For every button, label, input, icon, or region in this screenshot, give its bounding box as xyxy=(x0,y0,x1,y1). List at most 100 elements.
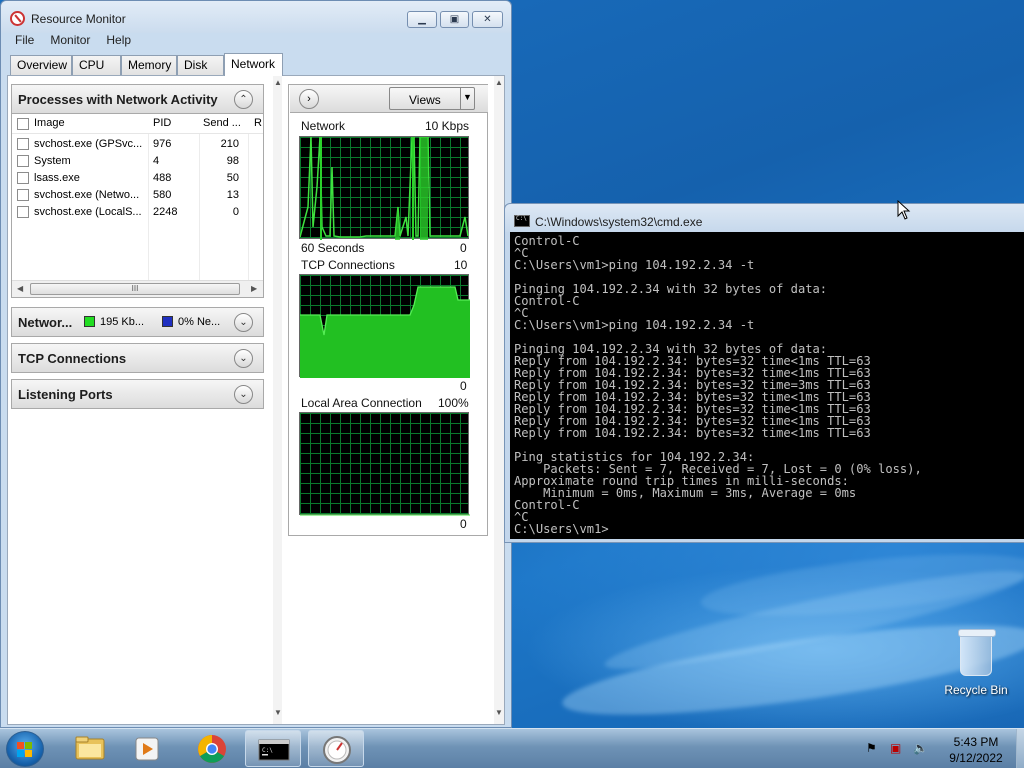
action-center-icon[interactable]: ⚑ xyxy=(866,741,877,755)
network-graph-duration: 60 Seconds xyxy=(301,241,365,255)
column-send[interactable]: Send ... xyxy=(203,117,241,129)
resource-monitor-icon xyxy=(323,736,351,764)
scroll-up-icon[interactable]: ▲ xyxy=(274,78,282,87)
taskbar-chrome-button[interactable] xyxy=(184,730,240,767)
close-button[interactable]: ✕ xyxy=(472,11,503,28)
taskbar-explorer-button[interactable] xyxy=(62,730,118,767)
network-utilization-legend-swatch xyxy=(162,316,173,327)
show-desktop-button[interactable] xyxy=(1016,729,1024,768)
console-line: Control-C xyxy=(514,294,580,308)
processes-section-header[interactable]: Processes with Network Activity ⌃ xyxy=(11,84,264,114)
taskbar-cmd-button[interactable]: C:\ xyxy=(245,730,301,767)
local-area-connection-graph xyxy=(299,412,470,516)
tcp-connections-section-header[interactable]: TCP Connections ⌄ xyxy=(11,343,264,373)
taskbar-resource-monitor-button[interactable] xyxy=(308,730,364,767)
console-line: Pinging 104.192.2.34 with 32 bytes of da… xyxy=(514,282,828,296)
table-row[interactable]: System 4 98 xyxy=(12,152,263,169)
title-bar[interactable]: Resource Monitor ▁ ▣ ✕ xyxy=(1,1,511,33)
network-graph-min: 0 xyxy=(460,241,467,255)
row-checkbox[interactable] xyxy=(17,189,29,201)
tab-disk[interactable]: Disk xyxy=(177,55,224,75)
expand-arrow-icon[interactable]: › xyxy=(299,89,319,109)
row-checkbox[interactable] xyxy=(17,138,29,150)
minimize-button[interactable]: ▁ xyxy=(407,11,437,28)
cmd-title-bar[interactable]: C:\Windows\system32\cmd.exe xyxy=(505,204,1024,232)
table-row[interactable]: lsass.exe 488 50 xyxy=(12,169,263,186)
svg-text:C:\: C:\ xyxy=(262,747,273,754)
tab-network[interactable]: Network xyxy=(224,53,283,76)
system-clock[interactable]: 5:43 PM 9/12/2022 xyxy=(938,734,1014,766)
taskbar-media-player-button[interactable] xyxy=(120,730,176,767)
maximize-button[interactable]: ▣ xyxy=(440,11,469,28)
column-image[interactable]: Image xyxy=(34,117,65,129)
command-prompt-window: C:\Windows\system32\cmd.exe Control-C^CC… xyxy=(504,203,1024,543)
section-title: Processes with Network Activity xyxy=(18,92,218,107)
scroll-down-icon[interactable]: ▼ xyxy=(274,708,282,717)
menu-monitor[interactable]: Monitor xyxy=(50,33,90,47)
cell-pid: 580 xyxy=(153,189,172,201)
collapse-chevron-icon[interactable]: ⌃ xyxy=(234,90,253,109)
tcp-graph-max: 10 xyxy=(454,258,468,272)
graphs-pane: › Views ▼ Network 10 Kbps 60 Seconds 0 T… xyxy=(288,84,488,536)
lan-graph-label: Local Area Connection xyxy=(301,396,422,410)
network-utilization-legend: 0% Ne... xyxy=(178,316,221,328)
table-row[interactable]: svchost.exe (GPSvc... 976 210 xyxy=(12,135,263,152)
expand-chevron-icon[interactable]: ⌄ xyxy=(234,349,253,368)
cell-pid: 488 xyxy=(153,172,172,184)
graphs-pane-scrollbar[interactable]: ▲ ▼ xyxy=(494,76,504,724)
views-label: Views xyxy=(409,93,441,107)
recycle-bin-shortcut[interactable]: Recycle Bin xyxy=(938,628,1014,708)
graphs-toolbar: › Views ▼ xyxy=(290,85,488,113)
menu-file[interactable]: File xyxy=(15,33,34,47)
windows-logo-icon xyxy=(17,742,33,758)
select-all-checkbox[interactable] xyxy=(17,118,29,130)
cmd-icon: C:\ xyxy=(258,739,290,761)
network-status-icon[interactable]: ▣ xyxy=(890,741,901,755)
dropdown-arrow-icon: ▼ xyxy=(463,92,472,102)
cell-send: 98 xyxy=(226,155,239,167)
menu-help[interactable]: Help xyxy=(106,33,131,47)
tab-cpu[interactable]: CPU xyxy=(72,55,121,75)
cell-image: svchost.exe (LocalS... xyxy=(34,206,142,218)
column-pid[interactable]: PID xyxy=(153,117,171,129)
tcp-graph-plot xyxy=(300,286,470,378)
views-button[interactable]: Views ▼ xyxy=(389,87,475,110)
close-icon: ✕ xyxy=(483,14,492,25)
scroll-down-icon[interactable]: ▼ xyxy=(495,708,503,717)
clock-time: 5:43 PM xyxy=(953,735,999,749)
scroll-left-icon[interactable]: ◀ xyxy=(17,284,23,293)
table-row[interactable]: svchost.exe (LocalS... 2248 0 xyxy=(12,203,263,220)
scroll-right-icon[interactable]: ▶ xyxy=(251,284,257,293)
horizontal-scrollbar[interactable]: ◀ III ▶ xyxy=(12,280,263,297)
start-button[interactable] xyxy=(6,731,44,767)
row-checkbox[interactable] xyxy=(17,155,29,167)
scroll-up-icon[interactable]: ▲ xyxy=(495,78,503,87)
cell-send: 0 xyxy=(232,206,239,218)
tcp-graph-label: TCP Connections xyxy=(301,258,395,272)
menu-bar: File Monitor Help xyxy=(7,33,139,51)
tab-overview[interactable]: Overview xyxy=(10,55,72,75)
column-receive[interactable]: R xyxy=(254,117,262,129)
scroll-thumb[interactable]: III xyxy=(30,283,240,295)
folder-icon xyxy=(75,736,105,760)
network-io-legend: 195 Kb... xyxy=(100,316,145,328)
cell-image: System xyxy=(34,155,71,167)
expand-chevron-icon[interactable]: ⌄ xyxy=(234,385,253,404)
row-checkbox[interactable] xyxy=(17,172,29,184)
table-row[interactable]: svchost.exe (Netwo... 580 13 xyxy=(12,186,263,203)
tab-memory[interactable]: Memory xyxy=(121,55,177,75)
volume-icon[interactable]: 🔈 xyxy=(913,741,928,755)
cell-pid: 2248 xyxy=(153,206,178,218)
row-checkbox[interactable] xyxy=(17,206,29,218)
cell-pid: 976 xyxy=(153,138,172,150)
expand-chevron-icon[interactable]: ⌄ xyxy=(234,313,253,332)
left-pane-scrollbar[interactable]: ▲ ▼ xyxy=(273,76,282,724)
console-output[interactable]: Control-C ^C C:\Users\vm1>ping 104.192.2.3… xyxy=(510,232,1024,539)
cell-send: 13 xyxy=(226,189,239,201)
listening-ports-section-header[interactable]: Listening Ports ⌄ xyxy=(11,379,264,409)
console-line: Control-C xyxy=(514,498,580,512)
console-line: C:\Users\vm1>ping 104.192.2.34 -t xyxy=(514,318,755,332)
recycle-bin-icon xyxy=(958,629,996,676)
tcp-graph-min: 0 xyxy=(460,379,467,393)
network-section-header[interactable]: Networ... 195 Kb... 0% Ne... ⌄ xyxy=(11,307,264,337)
